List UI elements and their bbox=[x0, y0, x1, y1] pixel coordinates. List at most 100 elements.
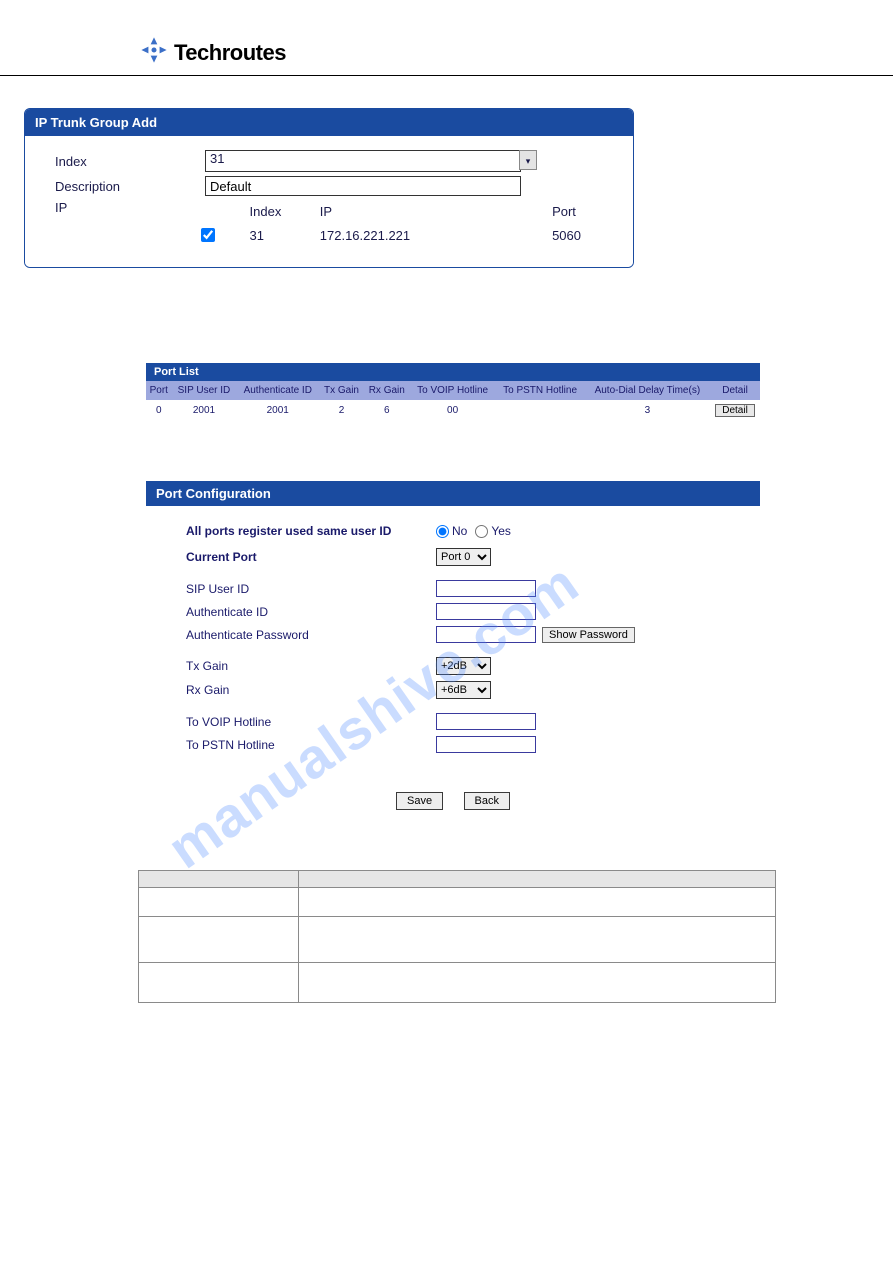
ip-trunk-body: Index 31 ▾ Description IP Index IP Port bbox=[25, 136, 633, 267]
sip-input[interactable] bbox=[436, 580, 536, 597]
all-ports-row: All ports register used same user ID No … bbox=[186, 524, 740, 538]
description-label: Description bbox=[55, 179, 205, 194]
desc-row-0 bbox=[139, 888, 776, 917]
all-ports-label: All ports register used same user ID bbox=[186, 524, 436, 538]
index-select-wrap[interactable]: 31 ▾ bbox=[205, 150, 537, 172]
pl-voip: 00 bbox=[410, 400, 496, 421]
desc-h2 bbox=[299, 871, 776, 888]
port-config-body: All ports register used same user ID No … bbox=[146, 506, 760, 777]
desc-r2-a bbox=[139, 963, 299, 1003]
ip-label: IP bbox=[55, 200, 195, 215]
port-list-row: 0 2001 2001 2 6 00 3 Detail bbox=[146, 400, 760, 421]
button-row: Save Back bbox=[146, 791, 760, 810]
pl-h4: Rx Gain bbox=[364, 381, 410, 400]
current-port-row: Current Port Port 0 bbox=[186, 548, 740, 566]
ip-row-ip: 172.16.221.221 bbox=[320, 223, 550, 247]
description-table bbox=[138, 870, 776, 1003]
port-list-title: Port List bbox=[146, 363, 760, 381]
tx-label: Tx Gain bbox=[186, 659, 436, 673]
brand-name: Techroutes bbox=[174, 40, 286, 66]
auth-id-label: Authenticate ID bbox=[186, 605, 436, 619]
port-list-panel: Port List Port SIP User ID Authenticate … bbox=[146, 363, 760, 421]
voip-input[interactable] bbox=[436, 713, 536, 730]
pstn-label: To PSTN Hotline bbox=[186, 738, 436, 752]
ip-row: IP Index IP Port 31 172.16.221.221 5060 bbox=[55, 200, 613, 249]
chevron-down-icon[interactable]: ▾ bbox=[519, 150, 537, 170]
auth-pw-label: Authenticate Password bbox=[186, 628, 436, 642]
pl-sip: 2001 bbox=[172, 400, 237, 421]
pl-h8: Detail bbox=[710, 381, 760, 400]
desc-r1-a bbox=[139, 917, 299, 963]
description-input[interactable] bbox=[205, 176, 521, 196]
pl-h6: To PSTN Hotline bbox=[495, 381, 584, 400]
auth-id-input[interactable] bbox=[436, 603, 536, 620]
pl-rx: 6 bbox=[364, 400, 410, 421]
index-label: Index bbox=[55, 154, 205, 169]
ip-row-index: 31 bbox=[250, 223, 318, 247]
yes-label: Yes bbox=[491, 524, 511, 538]
desc-header-row bbox=[139, 871, 776, 888]
desc-r0-a bbox=[139, 888, 299, 917]
col-ip: IP bbox=[320, 202, 550, 221]
all-ports-yes-radio[interactable] bbox=[475, 525, 488, 538]
pl-h7: Auto-Dial Delay Time(s) bbox=[585, 381, 710, 400]
rx-select[interactable]: +6dB bbox=[436, 681, 491, 699]
auth-pw-input[interactable] bbox=[436, 626, 536, 643]
ip-table: Index IP Port 31 172.16.221.221 5060 bbox=[195, 200, 613, 249]
desc-r0-b bbox=[299, 888, 776, 917]
sip-label: SIP User ID bbox=[186, 582, 436, 596]
page-header: Techroutes bbox=[0, 0, 893, 76]
auth-id-row: Authenticate ID bbox=[186, 603, 740, 620]
desc-row-2 bbox=[139, 963, 776, 1003]
current-port-label: Current Port bbox=[186, 550, 436, 564]
pl-port: 0 bbox=[146, 400, 172, 421]
pl-auth: 2001 bbox=[236, 400, 319, 421]
ip-row-port: 5060 bbox=[552, 223, 611, 247]
sip-row: SIP User ID bbox=[186, 580, 740, 597]
pl-pstn bbox=[495, 400, 584, 421]
description-table-wrap bbox=[138, 870, 776, 1003]
port-list-header-row: Port SIP User ID Authenticate ID Tx Gain… bbox=[146, 381, 760, 400]
voip-row: To VOIP Hotline bbox=[186, 713, 740, 730]
pl-tx: 2 bbox=[319, 400, 364, 421]
port-config-panel: Port Configuration All ports register us… bbox=[146, 481, 760, 810]
ip-trunk-title: IP Trunk Group Add bbox=[25, 109, 633, 136]
desc-r1-b bbox=[299, 917, 776, 963]
show-password-button[interactable]: Show Password bbox=[542, 627, 635, 643]
ip-table-row: 31 172.16.221.221 5060 bbox=[197, 223, 611, 247]
port-config-title: Port Configuration bbox=[146, 481, 760, 506]
pl-h3: Tx Gain bbox=[319, 381, 364, 400]
ip-row-checkbox[interactable] bbox=[201, 228, 215, 242]
logo-icon bbox=[140, 36, 168, 69]
desc-h1 bbox=[139, 871, 299, 888]
pl-h1: SIP User ID bbox=[172, 381, 237, 400]
description-row: Description bbox=[55, 176, 613, 196]
col-port: Port bbox=[552, 202, 611, 221]
pstn-input[interactable] bbox=[436, 736, 536, 753]
col-index: Index bbox=[250, 202, 318, 221]
page: Techroutes IP Trunk Group Add Index 31 ▾… bbox=[0, 0, 893, 1003]
index-select[interactable]: 31 bbox=[205, 150, 521, 172]
voip-label: To VOIP Hotline bbox=[186, 715, 436, 729]
back-button[interactable]: Back bbox=[464, 792, 510, 810]
port-list-table: Port SIP User ID Authenticate ID Tx Gain… bbox=[146, 381, 760, 421]
index-row: Index 31 ▾ bbox=[55, 150, 613, 172]
pl-delay: 3 bbox=[585, 400, 710, 421]
desc-r2-b bbox=[299, 963, 776, 1003]
save-button[interactable]: Save bbox=[396, 792, 443, 810]
detail-button[interactable]: Detail bbox=[715, 404, 755, 417]
all-ports-no-radio[interactable] bbox=[436, 525, 449, 538]
ip-table-header: Index IP Port bbox=[197, 202, 611, 221]
pstn-row: To PSTN Hotline bbox=[186, 736, 740, 753]
tx-row: Tx Gain +2dB bbox=[186, 657, 740, 675]
pl-h5: To VOIP Hotline bbox=[410, 381, 496, 400]
desc-row-1 bbox=[139, 917, 776, 963]
pl-h0: Port bbox=[146, 381, 172, 400]
pl-h2: Authenticate ID bbox=[236, 381, 319, 400]
ip-trunk-panel: IP Trunk Group Add Index 31 ▾ Descriptio… bbox=[24, 108, 634, 268]
current-port-select[interactable]: Port 0 bbox=[436, 548, 491, 566]
no-label: No bbox=[452, 524, 467, 538]
rx-row: Rx Gain +6dB bbox=[186, 681, 740, 699]
auth-pw-row: Authenticate Password Show Password bbox=[186, 626, 740, 643]
tx-select[interactable]: +2dB bbox=[436, 657, 491, 675]
